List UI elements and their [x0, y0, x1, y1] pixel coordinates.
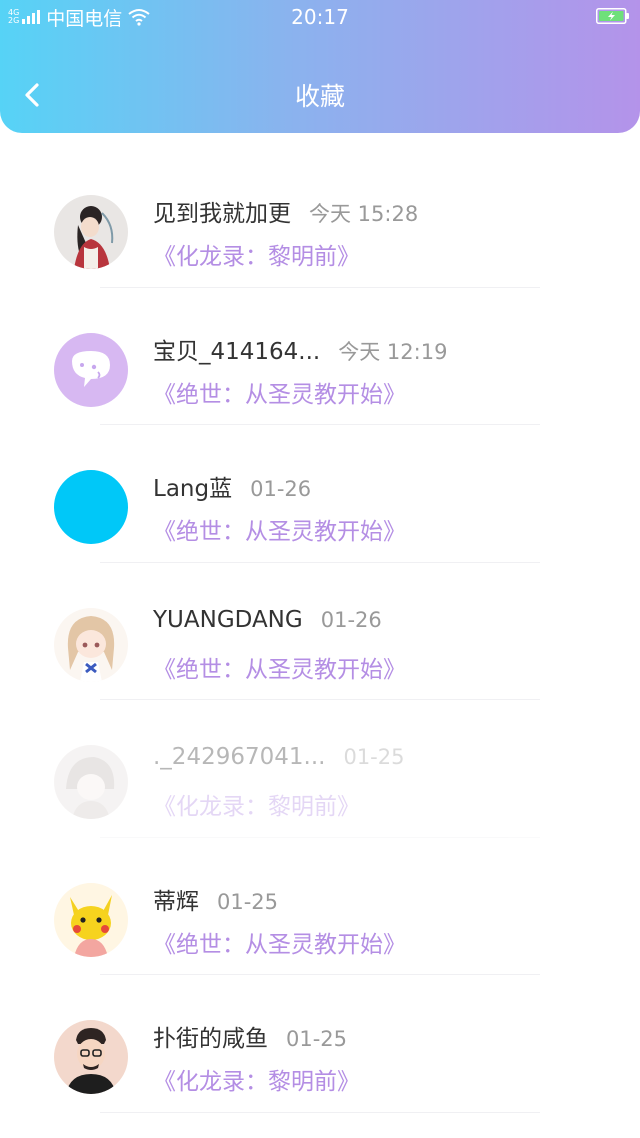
name-line: YUANGDANG 01-26	[153, 607, 382, 633]
post-time: 今天 15:28	[309, 202, 419, 226]
cartoon-man-avatar	[54, 1020, 128, 1094]
avatar[interactable]	[54, 607, 128, 682]
user-name[interactable]: YUANGDANG	[153, 607, 303, 633]
post-time: 01-25	[343, 745, 405, 769]
list-item[interactable]: 扑街的咸鱼 01-25 《化龙录：黎明前》	[0, 975, 640, 1113]
header-bar: 4G 2G 中国电信 20:17 收藏	[0, 0, 640, 133]
post-time: 今天 12:19	[338, 339, 448, 364]
book-title[interactable]: 《绝世：从圣灵教开始》	[153, 925, 406, 959]
user-name[interactable]: 宝贝_414164...	[153, 332, 320, 366]
book-title[interactable]: 《化龙录：黎明前》	[153, 787, 360, 821]
avatar[interactable]	[54, 470, 128, 544]
divider	[100, 1111, 540, 1113]
avatar[interactable]	[54, 1020, 128, 1094]
status-time: 20:17	[291, 5, 349, 29]
name-line: 宝贝_414164... 今天 12:19	[153, 332, 447, 366]
name-line: ._242967041... 01-25	[153, 744, 404, 770]
user-name[interactable]: Lang蓝	[153, 469, 232, 503]
avatar[interactable]	[54, 195, 128, 269]
list-item[interactable]: YUANGDANG 01-26 《绝世：从圣灵教开始》	[0, 563, 640, 700]
user-name[interactable]: 扑街的咸鱼	[153, 1019, 268, 1053]
book-title[interactable]: 《化龙录：黎明前》	[153, 1062, 360, 1096]
name-line: 见到我就加更 今天 15:28	[153, 194, 418, 228]
battery-icon	[596, 8, 629, 24]
chat-bubble-avatar	[54, 332, 128, 407]
avatar[interactable]	[54, 332, 128, 407]
post-time: 01-25	[286, 1027, 348, 1051]
name-line: 扑街的咸鱼 01-25	[153, 1019, 347, 1053]
list-item[interactable]: Lang蓝 01-26 《绝世：从圣灵教开始》	[0, 425, 640, 563]
favorites-list: 见到我就加更 今天 15:28 《化龙录：黎明前》 宝贝_414164... 今…	[0, 150, 640, 1113]
book-title[interactable]: 《绝世：从圣灵教开始》	[153, 650, 406, 684]
faded-anime-avatar	[54, 745, 128, 819]
post-time: 01-26	[250, 477, 312, 501]
name-line: 蒂辉 01-25	[153, 882, 278, 916]
user-name[interactable]: ._242967041...	[153, 744, 325, 770]
list-item[interactable]: ._242967041... 01-25 《化龙录：黎明前》	[0, 700, 640, 838]
avatar[interactable]	[54, 882, 128, 957]
book-title[interactable]: 《绝世：从圣灵教开始》	[153, 375, 406, 409]
user-name[interactable]: 见到我就加更	[153, 194, 291, 228]
list-item[interactable]: 蒂辉 01-25 《绝世：从圣灵教开始》	[0, 838, 640, 975]
status-bar: 4G 2G 中国电信 20:17	[0, 0, 640, 34]
girl-illustration-avatar	[54, 195, 128, 269]
post-time: 01-25	[217, 889, 279, 914]
pikachu-avatar	[54, 882, 128, 957]
list-item[interactable]: 宝贝_414164... 今天 12:19 《绝世：从圣灵教开始》	[0, 288, 640, 425]
blue-circle-avatar	[54, 470, 128, 544]
list-item[interactable]: 见到我就加更 今天 15:28 《化龙录：黎明前》	[0, 150, 640, 288]
user-name[interactable]: 蒂辉	[153, 882, 199, 916]
book-title[interactable]: 《绝世：从圣灵教开始》	[153, 512, 406, 546]
avatar[interactable]	[54, 745, 128, 819]
anime-girl-avatar	[54, 607, 128, 682]
name-line: Lang蓝 01-26	[153, 469, 311, 503]
book-title[interactable]: 《化龙录：黎明前》	[153, 237, 360, 271]
page-title: 收藏	[294, 82, 345, 111]
post-time: 01-26	[320, 607, 382, 632]
